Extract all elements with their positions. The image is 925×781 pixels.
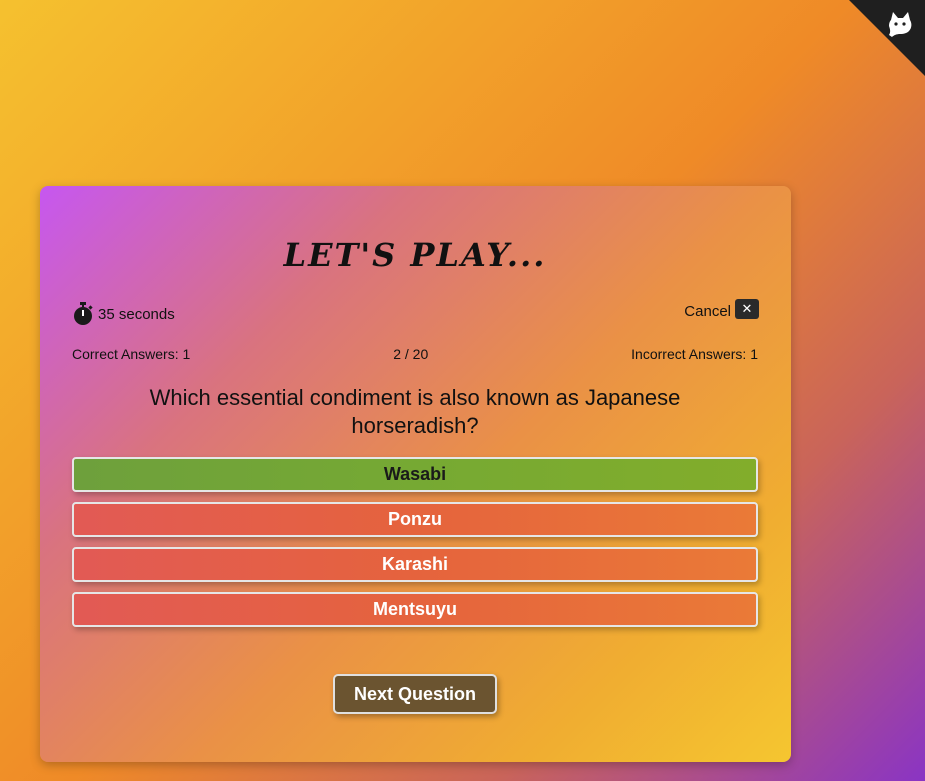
cancel-button[interactable]: Cancel ✕: [684, 298, 759, 320]
correct-answers-count: Correct Answers: 1: [72, 346, 191, 362]
answer-button[interactable]: Ponzu: [72, 502, 758, 537]
timer: 35 seconds: [72, 302, 175, 326]
page-title: LET'S PLAY...: [283, 236, 547, 274]
close-icon[interactable]: ✕: [735, 298, 759, 319]
question-text: Which essential condiment is also known …: [149, 385, 681, 438]
answer-button[interactable]: Karashi: [72, 547, 758, 582]
question-progress: 2 / 20: [393, 346, 429, 362]
answer-list: Wasabi Ponzu Karashi Mentsuyu: [72, 457, 758, 637]
cancel-label[interactable]: Cancel: [684, 303, 731, 320]
incorrect-answers-count: Incorrect Answers: 1: [631, 346, 758, 362]
cat-icon[interactable]: [883, 8, 917, 42]
next-question-button[interactable]: Next Question: [333, 674, 497, 714]
answer-button[interactable]: Mentsuyu: [72, 592, 758, 627]
score-bar: Correct Answers: 1 2 / 20 Incorrect Answ…: [72, 346, 758, 362]
stopwatch-icon: [74, 302, 93, 325]
answer-button-correct[interactable]: Wasabi: [72, 457, 758, 492]
timer-text: 35 seconds: [98, 305, 175, 323]
